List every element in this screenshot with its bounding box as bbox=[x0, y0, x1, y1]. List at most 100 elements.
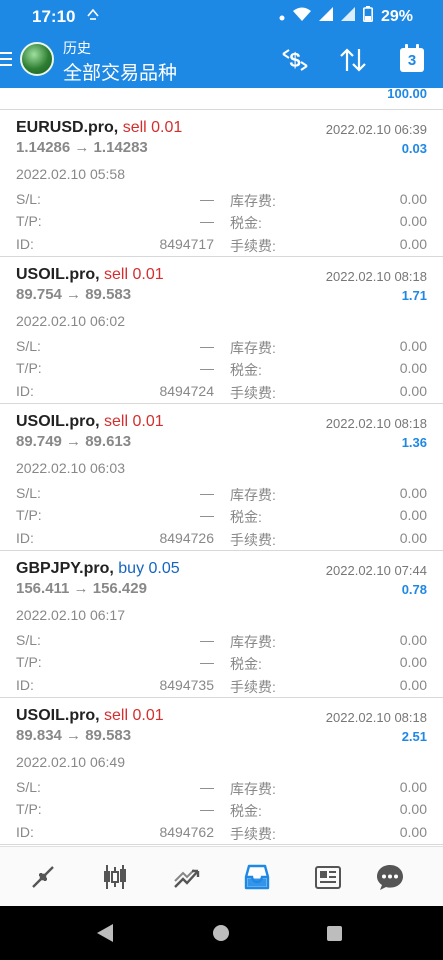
close-time: 2022.02.10 08:18 bbox=[325, 269, 427, 284]
commission-value: 0.00 bbox=[399, 824, 427, 840]
status-time: 17:10 bbox=[32, 7, 76, 26]
deal-direction: sell 0.01 bbox=[104, 266, 164, 283]
recents-icon[interactable] bbox=[327, 926, 342, 941]
tax-value: 0.00 bbox=[399, 213, 427, 229]
sl-label: S/L: bbox=[16, 485, 41, 501]
list-item[interactable]: GBPJPY.pro, buy 0.05 2022.02.10 07:44 156.… bbox=[0, 551, 443, 698]
sl-row: S/L: — 库存费: 0.00 bbox=[16, 485, 427, 505]
symbol-name: GBPJPY.pro, bbox=[16, 560, 114, 577]
deal-list[interactable]: 100.00 EURUSD.pro, sell 0.01 2022.02.10 0… bbox=[0, 88, 443, 846]
sort-icon[interactable] bbox=[336, 45, 370, 75]
commission-value: 0.00 bbox=[399, 677, 427, 693]
id-label: ID: bbox=[16, 530, 34, 546]
tp-label: T/P: bbox=[16, 801, 42, 817]
id-value: 8494762 bbox=[159, 824, 214, 840]
tax-value: 0.00 bbox=[399, 654, 427, 670]
trade-icon[interactable] bbox=[170, 861, 204, 893]
tp-value: — bbox=[200, 654, 214, 670]
chat-icon[interactable] bbox=[373, 861, 407, 893]
notification-icon bbox=[86, 7, 100, 24]
id-row: ID: 8494717 手续费: 0.00 bbox=[16, 236, 427, 256]
battery-percent: 29% bbox=[380, 7, 413, 25]
page-subtitle: 历史 bbox=[63, 40, 91, 56]
close-time: 2022.02.10 07:44 bbox=[325, 563, 427, 578]
bottom-nav bbox=[0, 846, 443, 907]
deal-profit: 0.78 bbox=[401, 582, 427, 597]
app-bar: 历史 全部交易品种 $ 3 bbox=[0, 32, 443, 88]
symbol-name: USOIL.pro, bbox=[16, 707, 100, 724]
svg-text:$: $ bbox=[289, 50, 300, 72]
close-time: 2022.02.10 08:18 bbox=[325, 416, 427, 431]
deal-direction: sell 0.01 bbox=[122, 119, 183, 136]
tax-value: 0.00 bbox=[399, 360, 427, 376]
id-label: ID: bbox=[16, 236, 34, 252]
deal-prices: 89.834 → 89.583 bbox=[16, 727, 132, 744]
tax-label: 税金: bbox=[230, 656, 262, 672]
deal-direction: sell 0.01 bbox=[104, 413, 164, 430]
deal-profit: 1.36 bbox=[401, 435, 427, 450]
sl-label: S/L: bbox=[16, 338, 41, 354]
tp-row: T/P: — 税金: 0.00 bbox=[16, 801, 427, 821]
tax-value: 0.00 bbox=[399, 801, 427, 817]
sl-row: S/L: — 库存费: 0.00 bbox=[16, 191, 427, 211]
tp-row: T/P: — 税金: 0.00 bbox=[16, 507, 427, 527]
deal-symbol: USOIL.pro, sell 0.01 bbox=[16, 266, 164, 284]
open-time: 2022.02.10 06:02 bbox=[16, 313, 125, 329]
list-item[interactable]: USOIL.pro, sell 0.01 2022.02.10 08:18 89.8… bbox=[0, 698, 443, 845]
sl-value: — bbox=[200, 779, 214, 795]
id-row: ID: 8494726 手续费: 0.00 bbox=[16, 530, 427, 550]
id-row: ID: 8494762 手续费: 0.00 bbox=[16, 824, 427, 844]
news-icon[interactable] bbox=[311, 861, 345, 893]
signal-icon bbox=[318, 7, 333, 26]
back-icon[interactable] bbox=[96, 923, 114, 948]
id-label: ID: bbox=[16, 677, 34, 693]
sl-value: — bbox=[200, 632, 214, 648]
tax-value: 0.00 bbox=[399, 507, 427, 523]
chart-icon[interactable] bbox=[98, 861, 132, 893]
id-row: ID: 8494724 手续费: 0.00 bbox=[16, 383, 427, 403]
sl-value: — bbox=[200, 191, 214, 207]
history-icon[interactable] bbox=[240, 861, 274, 893]
deal-symbol: EURUSD.pro, sell 0.01 bbox=[16, 119, 182, 137]
id-label: ID: bbox=[16, 824, 34, 840]
wifi-icon bbox=[292, 7, 311, 26]
menu-icon[interactable] bbox=[0, 52, 12, 68]
currency-icon[interactable]: $ bbox=[278, 45, 312, 75]
sl-label: S/L: bbox=[16, 191, 41, 207]
sl-row: S/L: — 库存费: 0.00 bbox=[16, 779, 427, 799]
list-item[interactable]: EURUSD.pro, sell 0.01 2022.02.10 06:39 1.1… bbox=[0, 110, 443, 257]
quotes-icon[interactable] bbox=[26, 861, 60, 893]
swap-label: 库存费: bbox=[230, 487, 276, 503]
id-value: 8494724 bbox=[159, 383, 214, 399]
tp-label: T/P: bbox=[16, 213, 42, 229]
status-icons: 29% bbox=[279, 6, 413, 27]
sl-row: S/L: — 库存费: 0.00 bbox=[16, 632, 427, 652]
home-icon[interactable] bbox=[213, 925, 229, 941]
commission-value: 0.00 bbox=[399, 383, 427, 399]
app-logo[interactable] bbox=[20, 42, 54, 76]
tp-value: — bbox=[200, 213, 214, 229]
close-time: 2022.02.10 08:18 bbox=[325, 710, 427, 725]
commission-label: 手续费: bbox=[230, 238, 276, 254]
signal-icon bbox=[340, 7, 355, 26]
sl-value: — bbox=[200, 485, 214, 501]
page-title[interactable]: 全部交易品种 bbox=[63, 58, 177, 85]
id-value: 8494735 bbox=[159, 677, 214, 693]
deal-direction: sell 0.01 bbox=[104, 707, 164, 724]
sl-row: S/L: — 库存费: 0.00 bbox=[16, 338, 427, 358]
list-item[interactable]: USOIL.pro, sell 0.01 2022.02.10 08:18 89.7… bbox=[0, 404, 443, 551]
commission-value: 0.00 bbox=[399, 530, 427, 546]
sl-value: — bbox=[200, 338, 214, 354]
symbol-name: EURUSD.pro, bbox=[16, 119, 119, 136]
list-item[interactable]: USOIL.pro, sell 0.01 2022.02.10 08:18 89.7… bbox=[0, 257, 443, 404]
id-label: ID: bbox=[16, 383, 34, 399]
swap-label: 库存费: bbox=[230, 193, 276, 209]
calendar-icon[interactable]: 3 bbox=[395, 44, 429, 75]
commission-label: 手续费: bbox=[230, 679, 276, 695]
status-bar: 17:10 29% bbox=[0, 0, 443, 32]
deal-symbol: USOIL.pro, sell 0.01 bbox=[16, 707, 164, 725]
deal-direction: buy 0.05 bbox=[118, 560, 180, 577]
swap-label: 库存费: bbox=[230, 781, 276, 797]
tp-label: T/P: bbox=[16, 507, 42, 523]
sl-label: S/L: bbox=[16, 632, 41, 648]
